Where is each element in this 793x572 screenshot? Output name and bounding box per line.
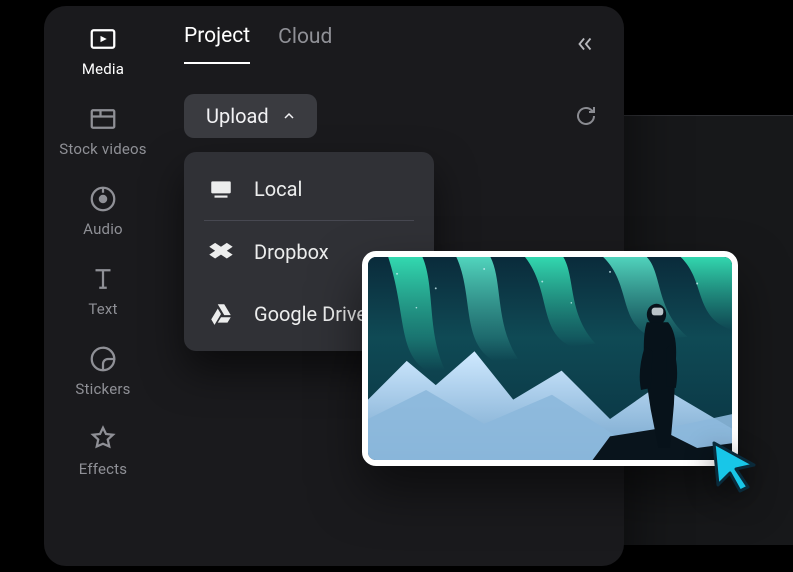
dropbox-icon [208, 239, 234, 265]
tab-cloud[interactable]: Cloud [278, 25, 332, 63]
upload-row: Upload [184, 94, 600, 138]
upload-button[interactable]: Upload [184, 94, 317, 138]
collapse-panel-button[interactable] [570, 31, 600, 57]
nav-stock-videos[interactable]: Stock videos [44, 104, 162, 158]
dropdown-label: Dropbox [254, 240, 329, 264]
dropdown-label: Local [254, 177, 302, 201]
media-thumbnail[interactable] [362, 251, 738, 466]
nav-stickers[interactable]: Stickers [44, 344, 162, 398]
text-icon [88, 264, 118, 294]
google-drive-icon [208, 301, 234, 327]
left-nav: Media Stock videos Audio Text Stickers [44, 6, 162, 566]
cursor-icon [706, 437, 762, 493]
dropdown-item-local[interactable]: Local [184, 158, 434, 220]
nav-label: Stickers [75, 380, 130, 398]
stickers-icon [88, 344, 118, 374]
audio-icon [88, 184, 118, 214]
effects-icon [88, 424, 118, 454]
panel-tabs: Project Cloud [184, 24, 600, 64]
stock-videos-icon [88, 104, 118, 134]
nav-label: Stock videos [59, 140, 146, 158]
chevron-up-icon [281, 108, 297, 124]
nav-effects[interactable]: Effects [44, 424, 162, 478]
monitor-icon [208, 176, 234, 202]
nav-label: Text [88, 300, 117, 318]
nav-label: Effects [79, 460, 128, 478]
refresh-button[interactable] [572, 102, 600, 130]
nav-label: Audio [83, 220, 123, 238]
media-icon [88, 24, 118, 54]
tab-project[interactable]: Project [184, 24, 250, 64]
nav-text[interactable]: Text [44, 264, 162, 318]
nav-label: Media [82, 60, 124, 78]
upload-label: Upload [206, 104, 269, 128]
dropdown-label: Google Drive [254, 302, 367, 326]
nav-media[interactable]: Media [44, 24, 162, 78]
nav-audio[interactable]: Audio [44, 184, 162, 238]
